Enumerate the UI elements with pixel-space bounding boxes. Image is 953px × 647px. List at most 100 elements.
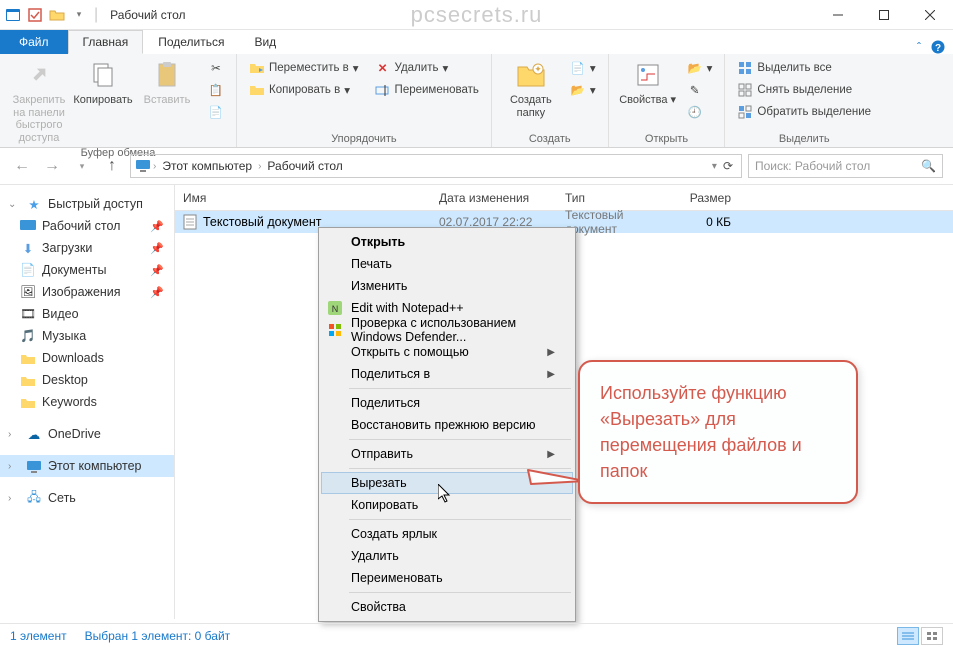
ctx-delete[interactable]: Удалить bbox=[321, 545, 573, 567]
nav-downloads-folder[interactable]: Downloads bbox=[0, 347, 174, 369]
tab-file[interactable]: Файл bbox=[0, 30, 68, 54]
search-input[interactable]: Поиск: Рабочий стол 🔍 bbox=[748, 154, 943, 178]
qat-folder-icon[interactable] bbox=[48, 6, 66, 24]
defender-icon bbox=[327, 322, 343, 338]
titlebar-separator: | bbox=[94, 6, 98, 24]
new-folder-button[interactable]: ✦ Создать папку bbox=[500, 58, 562, 119]
status-selected: Выбран 1 элемент: 0 байт bbox=[85, 629, 231, 643]
copy-path-button[interactable]: 📋 bbox=[204, 80, 228, 100]
column-date[interactable]: Дата изменения bbox=[431, 191, 557, 205]
nav-quick-access[interactable]: ⌄★Быстрый доступ bbox=[0, 193, 174, 215]
address-bar[interactable]: › Этот компьютер › Рабочий стол ▾ ⟳ bbox=[130, 154, 742, 178]
ctx-edit[interactable]: Изменить bbox=[321, 275, 573, 297]
open-button-small[interactable]: 📂▾ bbox=[683, 58, 717, 78]
ctx-separator bbox=[349, 388, 571, 389]
ctx-properties[interactable]: Свойства bbox=[321, 596, 573, 618]
nav-this-pc[interactable]: ›Этот компьютер bbox=[0, 455, 174, 477]
view-details-button[interactable] bbox=[897, 627, 919, 645]
maximize-button[interactable] bbox=[861, 0, 907, 30]
ribbon: Закрепить на панели быстрого доступа Коп… bbox=[0, 54, 953, 148]
copy-to-button[interactable]: Копировать в ▾ bbox=[245, 80, 363, 100]
nav-documents[interactable]: 📄Документы📌 bbox=[0, 259, 174, 281]
submenu-arrow-icon: ▶ bbox=[547, 369, 555, 380]
qat-properties-icon[interactable] bbox=[26, 6, 44, 24]
ribbon-collapse-icon[interactable]: ˆ bbox=[917, 40, 921, 54]
svg-text:N: N bbox=[332, 304, 339, 314]
callout-box: Используйте функцию «Вырезать» для перем… bbox=[578, 360, 858, 504]
move-to-button[interactable]: Переместить в ▾ bbox=[245, 58, 363, 78]
nav-music[interactable]: 🎵Музыка bbox=[0, 325, 174, 347]
ctx-share[interactable]: Поделиться bbox=[321, 392, 573, 414]
ctx-restore[interactable]: Восстановить прежнюю версию bbox=[321, 414, 573, 436]
submenu-arrow-icon: ▶ bbox=[547, 347, 555, 358]
chevron-right-icon[interactable]: › bbox=[153, 161, 156, 172]
ctx-open-with[interactable]: Открыть с помощью▶ bbox=[321, 341, 573, 363]
tab-view[interactable]: Вид bbox=[239, 30, 291, 54]
nav-onedrive[interactable]: ›☁OneDrive bbox=[0, 423, 174, 445]
ctx-defender[interactable]: Проверка с использованием Windows Defend… bbox=[321, 319, 573, 341]
nav-desktop-folder[interactable]: Desktop bbox=[0, 369, 174, 391]
nav-desktop[interactable]: Рабочий стол📌 bbox=[0, 215, 174, 237]
ribbon-group-clipboard: Закрепить на панели быстрого доступа Коп… bbox=[0, 54, 237, 147]
close-button[interactable] bbox=[907, 0, 953, 30]
paste-shortcut-button[interactable]: 📄 bbox=[204, 102, 228, 122]
status-count: 1 элемент bbox=[10, 629, 67, 643]
ctx-separator bbox=[349, 519, 571, 520]
properties-button[interactable]: Свойства ▾ bbox=[617, 58, 679, 107]
forward-button[interactable]: → bbox=[40, 154, 64, 178]
ctx-print[interactable]: Печать bbox=[321, 253, 573, 275]
column-size[interactable]: Размер bbox=[669, 191, 739, 205]
watermark: pcsecrets.ru bbox=[411, 2, 543, 28]
history-button-small[interactable]: 🕘 bbox=[683, 102, 717, 122]
minimize-button[interactable] bbox=[815, 0, 861, 30]
nav-network[interactable]: ›🖧Сеть bbox=[0, 487, 174, 509]
pin-to-quick-access-button[interactable]: Закрепить на панели быстрого доступа bbox=[8, 58, 70, 145]
select-none-button[interactable]: Снять выделение bbox=[733, 80, 875, 100]
back-button[interactable]: ← bbox=[10, 154, 34, 178]
paste-button[interactable]: Вставить bbox=[136, 58, 198, 107]
rename-button[interactable]: Переименовать bbox=[371, 80, 483, 100]
help-icon[interactable]: ? bbox=[931, 40, 945, 54]
notepadpp-icon: N bbox=[327, 300, 343, 316]
context-menu: Открыть Печать Изменить NEdit with Notep… bbox=[318, 227, 576, 622]
titlebar: ▾ | Рабочий стол pcsecrets.ru bbox=[0, 0, 953, 30]
copy-button[interactable]: Копировать bbox=[72, 58, 134, 107]
new-item-button[interactable]: 📄▾ bbox=[566, 58, 600, 78]
ctx-shortcut[interactable]: Создать ярлык bbox=[321, 523, 573, 545]
ctx-copy[interactable]: Копировать bbox=[321, 494, 573, 516]
address-dropdown-icon[interactable]: ▾ bbox=[712, 161, 717, 172]
pin-icon: 📌 bbox=[150, 264, 164, 277]
easy-access-button[interactable]: 📂▾ bbox=[566, 80, 600, 100]
ribbon-group-organize: Переместить в ▾ Копировать в ▾ ✕Удалить … bbox=[237, 54, 492, 147]
breadcrumb-pc[interactable]: Этот компьютер bbox=[158, 159, 256, 173]
select-all-button[interactable]: Выделить все bbox=[733, 58, 875, 78]
pin-icon: 📌 bbox=[150, 242, 164, 255]
tab-share[interactable]: Поделиться bbox=[143, 30, 239, 54]
recent-dropdown[interactable]: ▾ bbox=[70, 154, 94, 178]
edit-button-small[interactable]: ✎ bbox=[683, 80, 717, 100]
ctx-share-in[interactable]: Поделиться в▶ bbox=[321, 363, 573, 385]
nav-keywords-folder[interactable]: Keywords bbox=[0, 391, 174, 413]
tab-home[interactable]: Главная bbox=[68, 30, 144, 54]
ctx-separator bbox=[349, 439, 571, 440]
nav-pictures[interactable]: 🖼Изображения📌 bbox=[0, 281, 174, 303]
column-type[interactable]: Тип bbox=[557, 191, 669, 205]
column-name[interactable]: Имя bbox=[175, 191, 431, 205]
ctx-rename[interactable]: Переименовать bbox=[321, 567, 573, 589]
window-title: Рабочий стол bbox=[110, 8, 185, 22]
refresh-icon[interactable]: ⟳ bbox=[723, 159, 733, 173]
nav-downloads[interactable]: ⬇Загрузки📌 bbox=[0, 237, 174, 259]
breadcrumb-desktop[interactable]: Рабочий стол bbox=[263, 159, 346, 173]
invert-selection-button[interactable]: Обратить выделение bbox=[733, 102, 875, 122]
chevron-right-icon[interactable]: › bbox=[258, 161, 261, 172]
delete-button[interactable]: ✕Удалить ▾ bbox=[371, 58, 483, 78]
ribbon-group-open: Свойства ▾ 📂▾ ✎ 🕘 Открыть bbox=[609, 54, 726, 147]
text-file-icon bbox=[183, 214, 197, 230]
up-button[interactable]: ↑ bbox=[100, 154, 124, 178]
qat-dropdown-icon[interactable]: ▾ bbox=[70, 6, 88, 24]
cut-small-button[interactable]: ✂ bbox=[204, 58, 228, 78]
view-icons-button[interactable] bbox=[921, 627, 943, 645]
ctx-open[interactable]: Открыть bbox=[321, 231, 573, 253]
address-row: ← → ▾ ↑ › Этот компьютер › Рабочий стол … bbox=[0, 148, 953, 184]
nav-videos[interactable]: 🎞Видео bbox=[0, 303, 174, 325]
